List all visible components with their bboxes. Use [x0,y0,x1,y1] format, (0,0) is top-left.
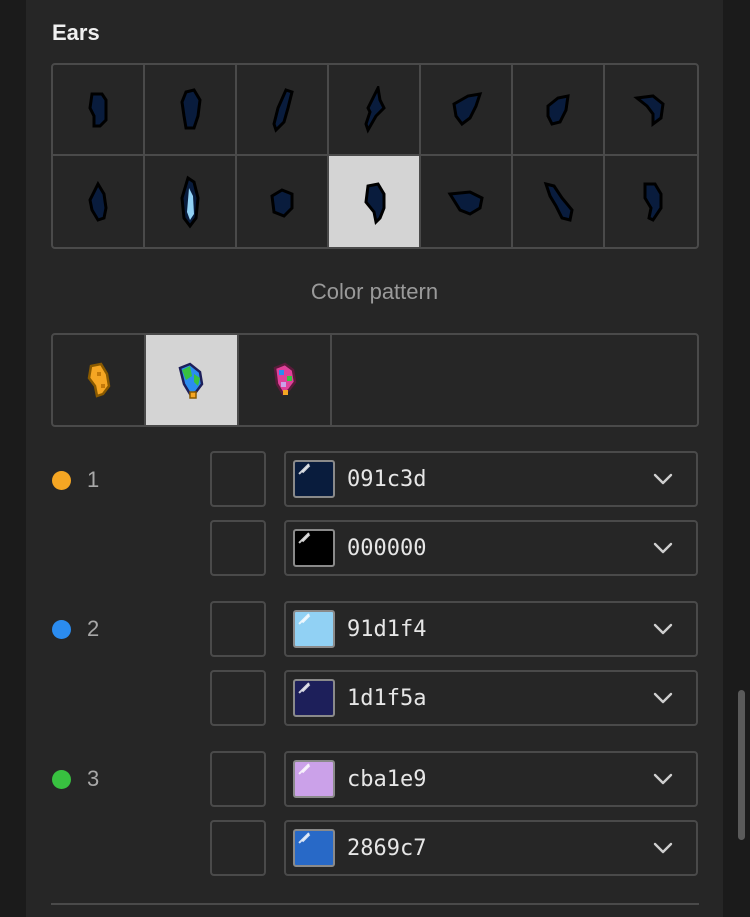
pattern-sprite [178,362,203,399]
ear-sprite [364,181,386,225]
scrollbar-thumb[interactable] [738,690,745,840]
hex-value: 000000 [347,535,427,561]
pattern-sprite [87,362,110,398]
color-group-2-label: 2 [52,616,99,642]
ear-option-4[interactable] [329,65,421,156]
group-2-dot [52,619,71,639]
group-1-secondary-checkbox[interactable] [210,520,266,576]
ear-sprite [546,93,570,126]
group-2-number: 2 [87,616,100,641]
hex-value: 91d1f4 [347,616,427,642]
group-2-primary-color-select[interactable]: 91d1f4 [284,601,698,657]
left-gutter [0,0,26,917]
pattern-option-1[interactable] [53,335,146,425]
chevron-down-icon [653,692,673,704]
hex-value: 091c3d [347,466,427,492]
color-swatch [293,679,335,717]
ear-sprite [180,87,202,129]
group-1-dot [52,470,71,490]
chevron-down-icon [653,542,673,554]
ear-option-12[interactable] [421,156,513,247]
color-group-3-label: 3 [52,766,99,792]
ear-option-6[interactable] [513,65,605,156]
ear-option-9[interactable] [145,156,237,247]
hex-value: cba1e9 [347,766,427,792]
ear-option-10[interactable] [237,156,329,247]
color-pattern-grid [51,333,699,427]
color-group-1-label: 1 [52,467,99,493]
hex-value: 2869c7 [347,835,427,861]
chevron-down-icon [653,623,673,635]
ear-sprite [88,92,108,127]
group-1-number: 1 [87,467,100,492]
group-3-secondary-checkbox[interactable] [210,820,266,876]
pattern-option-3[interactable] [239,335,332,425]
ear-option-2[interactable] [145,65,237,156]
ear-sprite [270,187,294,218]
ear-sprite [364,85,386,134]
ear-option-13[interactable] [513,156,605,247]
color-pattern-heading: Color pattern [310,279,439,304]
ears-grid [51,63,699,249]
chevron-down-icon [653,773,673,785]
color-swatch [293,460,335,498]
ear-option-8[interactable] [53,156,145,247]
group-3-secondary-color-select[interactable]: 2869c7 [284,820,698,876]
ear-option-14[interactable] [605,156,697,247]
pattern-option-2[interactable] [146,335,239,425]
ear-sprite [633,93,665,127]
color-swatch [293,610,335,648]
group-2-secondary-color-select[interactable]: 1d1f5a [284,670,698,726]
pattern-grid-empty-area [332,335,697,425]
ear-sprite [447,189,484,216]
chevron-down-icon [653,842,673,854]
group-1-secondary-color-select[interactable]: 000000 [284,520,698,576]
hex-value: 1d1f5a [347,685,427,711]
color-swatch [293,829,335,867]
group-2-secondary-checkbox[interactable] [210,670,266,726]
group-3-primary-color-select[interactable]: cba1e9 [284,751,698,807]
group-3-primary-checkbox[interactable] [210,751,266,807]
chevron-down-icon [653,473,673,485]
ear-sprite [180,175,200,228]
ear-sprite [272,87,294,133]
ear-sprite [452,91,483,126]
pattern-sprite [273,362,296,396]
ear-option-5[interactable] [421,65,513,156]
group-2-primary-checkbox[interactable] [210,601,266,657]
ear-option-11[interactable] [329,156,421,247]
section-title: Ears [52,20,100,45]
ear-option-3[interactable] [237,65,329,156]
ear-option-7[interactable] [605,65,697,156]
color-swatch [293,529,335,567]
group-1-primary-checkbox[interactable] [210,451,266,507]
group-3-number: 3 [87,766,100,791]
ear-sprite [88,180,108,222]
ear-option-1[interactable] [53,65,145,156]
group-1-primary-color-select[interactable]: 091c3d [284,451,698,507]
ear-sprite [543,181,574,222]
color-swatch [293,760,335,798]
ear-sprite [643,182,663,222]
group-3-dot [52,769,71,789]
section-divider [51,903,699,905]
right-gutter [723,0,750,917]
